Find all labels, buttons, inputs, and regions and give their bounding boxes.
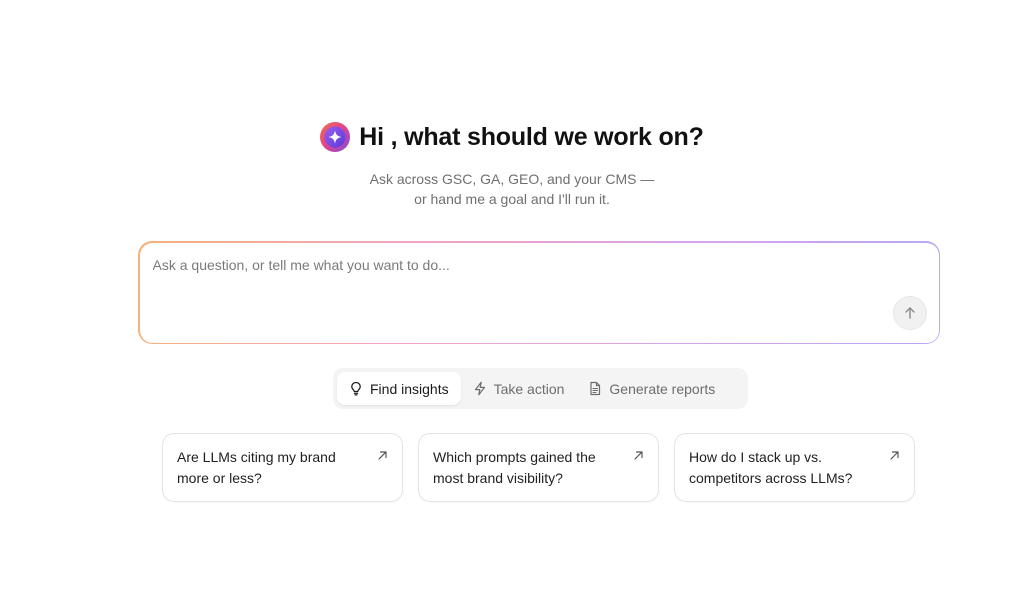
mode-find-insights[interactable]: Find insights: [337, 372, 461, 405]
arrow-up-icon: [904, 306, 915, 319]
suggestion-text: How do I stack up vs. competitors across…: [689, 449, 853, 486]
prompt-box[interactable]: [139, 242, 939, 343]
greeting-header: Hi , what should we work on?: [0, 122, 1024, 152]
arrow-up-right-icon: [634, 451, 643, 460]
mode-generate-reports[interactable]: Generate reports: [576, 372, 727, 405]
subtitle-line-1: Ask across GSC, GA, GEO, and your CMS —: [369, 171, 655, 187]
arrow-up-right-icon: [890, 451, 899, 460]
lightning-icon: [474, 381, 485, 396]
mode-label: Find insights: [370, 380, 449, 397]
document-icon: [590, 381, 601, 396]
mode-take-action[interactable]: Take action: [461, 372, 577, 405]
mode-selector: Find insights Take action Generate repor…: [333, 368, 748, 409]
page-subtitle: Ask across GSC, GA, GEO, and your CMS — …: [0, 169, 1024, 209]
mode-label: Take action: [493, 380, 565, 397]
chat-home-page: Hi , what should we work on? Ask across …: [0, 0, 1024, 599]
sparkle-logo-icon: [320, 122, 351, 152]
mode-label: Generate reports: [609, 380, 716, 397]
suggestion-text: Which prompts gained the most brand visi…: [433, 449, 596, 486]
suggestion-card[interactable]: How do I stack up vs. competitors across…: [674, 433, 915, 502]
prompt-box-border: [138, 241, 940, 344]
suggestion-list: Are LLMs citing my brand more or less? W…: [162, 433, 915, 502]
lightbulb-icon: [351, 381, 361, 396]
page-title: Hi , what should we work on?: [359, 122, 704, 151]
suggestion-text: Are LLMs citing my brand more or less?: [177, 449, 336, 486]
prompt-input[interactable]: [152, 256, 873, 273]
suggestion-card[interactable]: Are LLMs citing my brand more or less?: [162, 433, 403, 502]
arrow-up-right-icon: [378, 451, 387, 460]
send-button[interactable]: [892, 295, 927, 330]
subtitle-line-2: or hand me a goal and I'll run it.: [414, 191, 610, 207]
suggestion-card[interactable]: Which prompts gained the most brand visi…: [418, 433, 659, 502]
